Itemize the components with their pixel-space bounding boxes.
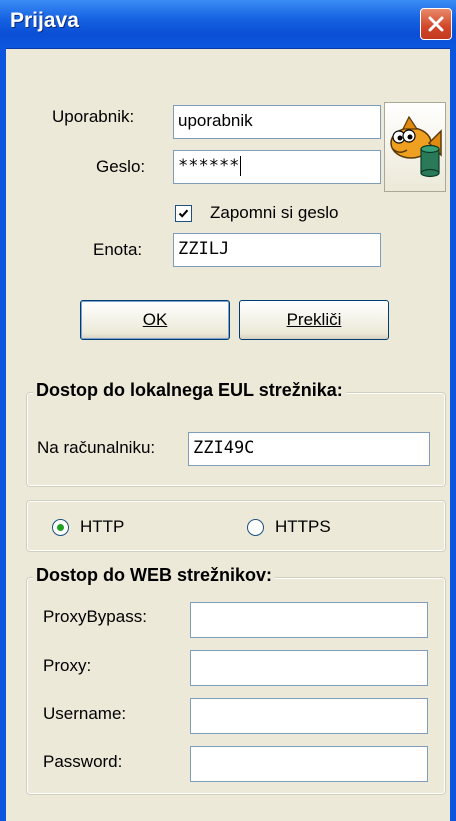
computer-label: Na računalniku: [37,438,156,457]
close-icon [428,16,444,32]
proxy-bypass-label: ProxyBypass: [43,607,147,626]
https-label: HTTPS [275,517,331,536]
http-label: HTTP [80,517,125,536]
password-input[interactable]: ****** [173,150,381,184]
password-value: ****** [178,156,240,176]
user-label: Uporabnik: [52,107,135,126]
https-radio[interactable] [247,519,264,536]
cancel-button[interactable]: Prekliči [239,300,389,340]
text-caret [240,156,242,176]
unit-label: Enota: [93,240,143,259]
ok-button[interactable]: OK [80,300,230,340]
local-server-title: Dostop do lokalnega EUL strežnika: [33,380,346,401]
http-radio[interactable] [52,519,69,536]
password-label: Geslo: [96,157,146,176]
password-web-input[interactable] [190,746,428,782]
remember-label: Zapomni si geslo [210,203,339,222]
user-input[interactable]: uporabnik [173,105,381,139]
close-button[interactable] [420,8,452,40]
password-web-label: Password: [43,752,123,771]
window-title: Prijava [10,9,79,32]
fish-database-icon [390,115,442,178]
logo-button[interactable] [384,102,446,192]
web-servers-title: Dostop do WEB strežnikov: [33,565,276,586]
cancel-button-label: Prekliči [286,310,342,329]
proxy-bypass-input[interactable] [190,602,428,638]
title-bar: Prijava [0,0,456,49]
remember-checkbox[interactable] [175,205,192,222]
computer-input[interactable]: ZZI49C [188,432,430,466]
window-border-left [0,48,6,821]
ok-button-label: OK [142,310,168,329]
username-input[interactable] [190,698,428,734]
window-border-right [450,48,456,821]
checkmark-icon [178,209,189,218]
proxy-input[interactable] [190,650,428,686]
username-label: Username: [43,704,127,723]
unit-input[interactable]: ZZILJ [173,233,381,267]
proxy-label: Proxy: [43,656,92,675]
